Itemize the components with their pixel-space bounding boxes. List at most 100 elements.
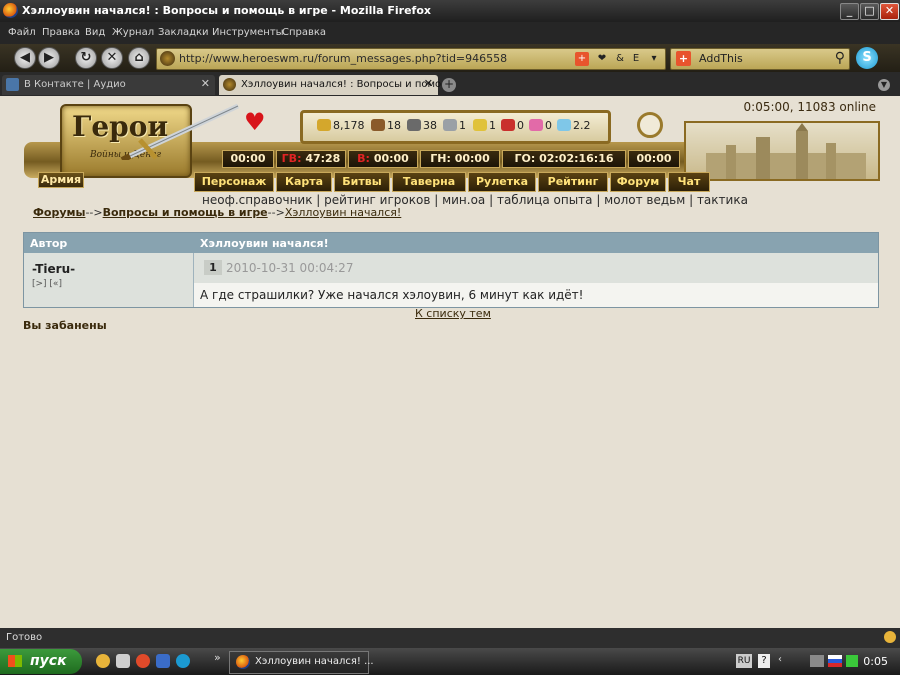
flag-ru-icon[interactable] bbox=[828, 655, 842, 667]
menu-bookmarks[interactable]: Закладки bbox=[158, 27, 209, 38]
clock: 0:05 bbox=[863, 655, 888, 668]
stop-button[interactable]: ✕ bbox=[101, 47, 123, 69]
army-button[interactable]: Армия bbox=[38, 172, 84, 188]
quicklaunch-chevron[interactable]: » bbox=[214, 651, 221, 664]
post-author-cell: -Tieru- [>] [«] bbox=[24, 253, 194, 307]
health-heart-icon: ♥ bbox=[244, 108, 266, 136]
nav-roulette[interactable]: Рулетка bbox=[468, 172, 536, 192]
breadcrumb-section[interactable]: Вопросы и помощь в игре bbox=[103, 206, 268, 219]
crystal-icon bbox=[501, 119, 515, 131]
addthis-icon: + bbox=[676, 51, 691, 66]
addthis-label: AddThis bbox=[699, 52, 743, 65]
firefox-icon bbox=[236, 655, 250, 669]
language-indicator[interactable]: RU bbox=[736, 654, 752, 668]
banned-notice: Вы забанены bbox=[23, 319, 107, 332]
tray-chevron-icon[interactable]: ‹ bbox=[778, 654, 790, 668]
dropdown-arrow-icon[interactable]: ▾ bbox=[647, 52, 661, 66]
search-icon[interactable]: ⚲ bbox=[835, 50, 845, 66]
back-to-topics-link[interactable]: К списку тем bbox=[415, 307, 491, 320]
page-content: 0:05:00, 11083 online Герои Войны и Дене… bbox=[0, 96, 900, 628]
tab-close-icon[interactable]: ✕ bbox=[424, 77, 433, 90]
start-label: пуск bbox=[30, 653, 67, 669]
nav-rating[interactable]: Рейтинг bbox=[538, 172, 608, 192]
network-icon[interactable] bbox=[810, 655, 824, 667]
addthis-box[interactable]: + AddThis ⚲ bbox=[670, 48, 850, 70]
quicklaunch-icon[interactable] bbox=[156, 654, 170, 668]
nav-battles[interactable]: Битвы bbox=[334, 172, 390, 192]
resource-ore: 38 bbox=[407, 119, 437, 132]
skype-icon[interactable]: S bbox=[856, 47, 878, 69]
tab-close-icon[interactable]: ✕ bbox=[201, 77, 210, 90]
system-tray: RU ? ‹ 0:05 bbox=[734, 651, 900, 672]
menu-history[interactable]: Журнал bbox=[112, 27, 154, 38]
tab-label: В Контакте | Аудио bbox=[24, 79, 126, 90]
smiley-icon[interactable] bbox=[884, 631, 896, 643]
new-tab-button[interactable]: + bbox=[442, 78, 456, 92]
wood-icon bbox=[371, 119, 385, 131]
quicklaunch-icon[interactable] bbox=[116, 654, 130, 668]
sub-links[interactable]: неоф.справочник | рейтинг игроков | мин.… bbox=[202, 193, 748, 207]
breadcrumb-topic[interactable]: Хэллоувин начался! bbox=[285, 206, 401, 219]
reload-button[interactable]: ↻ bbox=[75, 47, 97, 69]
back-button[interactable]: ◀ bbox=[14, 47, 36, 69]
timer-guild-hunters: ГВ: 47:28 bbox=[276, 150, 346, 168]
post-message: А где страшилки? Уже начался хэлоувин, 6… bbox=[194, 283, 878, 307]
breadcrumb-separator: --> bbox=[267, 206, 285, 219]
status-text: Готово bbox=[6, 632, 43, 643]
nav-character[interactable]: Персонаж bbox=[194, 172, 274, 192]
translate-icon[interactable]: E bbox=[629, 52, 643, 66]
minimize-button[interactable]: _ bbox=[840, 3, 859, 20]
resource-gems: 0 bbox=[529, 119, 552, 132]
nav-tavern[interactable]: Таверна bbox=[392, 172, 466, 192]
column-topic: Хэллоувин начался! bbox=[200, 237, 329, 250]
url-text[interactable]: http://www.heroeswm.ru/forum_messages.ph… bbox=[179, 52, 507, 65]
quicklaunch-icon[interactable] bbox=[136, 654, 150, 668]
ampersand-icon[interactable]: & bbox=[613, 52, 627, 66]
tab-list-button[interactable]: ▼ bbox=[878, 79, 890, 91]
breadcrumb-forums[interactable]: Форумы bbox=[33, 206, 85, 219]
timer-1: 00:00 bbox=[222, 150, 274, 168]
tab-label: Хэллоувин начался! : Вопросы и помо... bbox=[241, 79, 451, 90]
navigation-toolbar: ◀ ▶ ↻ ✕ ⌂ http://www.heroeswm.ru/forum_m… bbox=[0, 44, 900, 72]
start-button[interactable]: пуск bbox=[0, 649, 82, 674]
taskbar-window-label: Хэллоувин начался! ... bbox=[255, 656, 374, 667]
post-author-links[interactable]: [>] [«] bbox=[32, 279, 62, 289]
nav-map[interactable]: Карта bbox=[276, 172, 332, 192]
tab-vkontakte-audio[interactable]: В Контакте | Аудио ✕ bbox=[2, 75, 215, 95]
taskbar-window-button[interactable]: Хэллоувин начался! ... bbox=[229, 651, 374, 674]
timer-guild-mercenaries: ГН: 00:00 bbox=[420, 150, 500, 168]
post-datetime: 2010-10-31 00:04:27 bbox=[226, 261, 354, 275]
maximize-button[interactable]: □ bbox=[860, 3, 879, 20]
castle-image bbox=[684, 121, 880, 181]
status-bar: Готово bbox=[0, 628, 900, 648]
skype-icon[interactable] bbox=[176, 654, 190, 668]
status-green-icon[interactable] bbox=[846, 655, 858, 667]
help-icon[interactable]: ? bbox=[758, 654, 770, 668]
window-title-bar: Хэллоувин начался! : Вопросы и помощь в … bbox=[0, 0, 900, 22]
resource-sulfur: 1 bbox=[473, 119, 496, 132]
timer-guild-thieves: В: 00:00 bbox=[348, 150, 418, 168]
tab-halloween-topic[interactable]: Хэллоувин начался! : Вопросы и помо... ✕ bbox=[219, 75, 451, 95]
addthis-plus-icon[interactable]: + bbox=[575, 52, 589, 66]
breadcrumb-separator: --> bbox=[85, 206, 103, 219]
timer-guild-smiths: ГО: 02:02:16:16 bbox=[502, 150, 626, 168]
nav-chat[interactable]: Чат bbox=[668, 172, 710, 192]
home-button[interactable]: ⌂ bbox=[128, 47, 150, 69]
heart-icon[interactable]: ❤ bbox=[595, 52, 609, 66]
windows-logo-icon bbox=[8, 655, 22, 667]
post-author-name[interactable]: -Tieru- bbox=[32, 262, 75, 276]
menu-tools[interactable]: Инструменты bbox=[212, 27, 284, 38]
url-bar[interactable]: http://www.heroeswm.ru/forum_messages.ph… bbox=[156, 48, 666, 70]
close-button[interactable]: ✕ bbox=[880, 3, 899, 20]
quicklaunch-icon[interactable] bbox=[96, 654, 110, 668]
menu-view[interactable]: Вид bbox=[85, 27, 105, 38]
forum-post-table: Автор Хэллоувин начался! -Tieru- [>] [«]… bbox=[23, 232, 879, 308]
online-counter: 0:05:00, 11083 online bbox=[743, 100, 876, 114]
window-title: Хэллоувин начался! : Вопросы и помощь в … bbox=[22, 4, 431, 17]
menu-edit[interactable]: Правка bbox=[42, 27, 80, 38]
forward-button[interactable]: ▶ bbox=[38, 47, 60, 69]
diamond-icon bbox=[557, 119, 571, 131]
menu-help[interactable]: Справка bbox=[282, 27, 326, 38]
nav-forum[interactable]: Форум bbox=[610, 172, 666, 192]
menu-file[interactable]: Файл bbox=[8, 27, 36, 38]
